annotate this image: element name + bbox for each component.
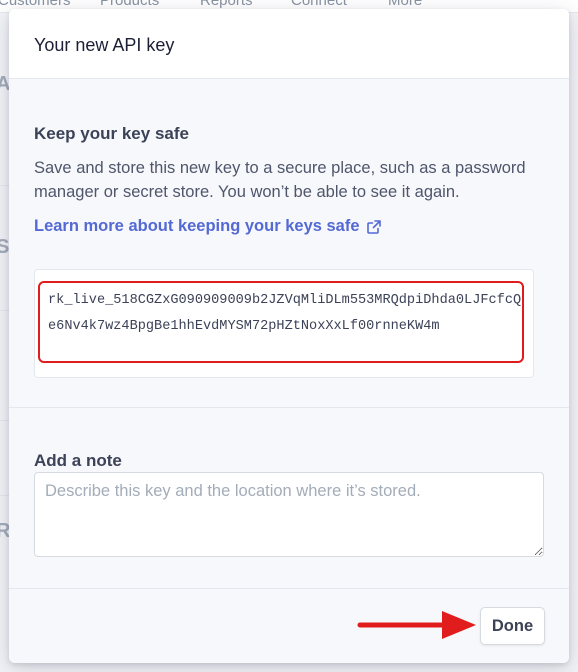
background-divider: [0, 495, 9, 496]
modal-title: Your new API key: [34, 35, 175, 55]
nav-item-reports: Reports: [200, 0, 253, 9]
right-arrow-annotation: [357, 611, 476, 639]
note-heading: Add a note: [34, 451, 122, 470]
done-button[interactable]: Done: [480, 607, 545, 645]
background-divider: [0, 310, 9, 311]
learn-more-link[interactable]: Learn more about keeping your keys safe: [34, 217, 382, 236]
note-textarea[interactable]: [34, 472, 544, 557]
external-link-icon: [366, 219, 381, 234]
modal-header: Your new API key: [9, 9, 569, 79]
api-key-box[interactable]: rk_live_518CGZxG090909009b2JZVqMliDLm553…: [34, 269, 534, 378]
nav-item-connect: Connect: [291, 0, 347, 9]
background-divider: [0, 185, 9, 186]
background-divider: [0, 420, 9, 421]
modal-footer: Done: [9, 589, 569, 663]
safety-description: Save and store this new key to a secure …: [34, 159, 526, 201]
safety-heading: Keep your key safe: [34, 124, 189, 143]
note-section: Add a note: [9, 408, 569, 589]
key-safety-section: Keep your key safe Save and store this n…: [9, 79, 569, 408]
nav-item-products: Products: [100, 0, 160, 9]
nav-item-more: More: [388, 0, 423, 9]
nav-item-customers: Customers: [0, 0, 71, 9]
api-key-modal: Your new API key Keep your key safe Save…: [9, 9, 569, 663]
background-content: S: [0, 236, 10, 258]
learn-more-label: Learn more about keeping your keys safe: [34, 217, 360, 235]
api-key-value[interactable]: rk_live_518CGZxG090909009b2JZVqMliDLm553…: [48, 288, 528, 340]
